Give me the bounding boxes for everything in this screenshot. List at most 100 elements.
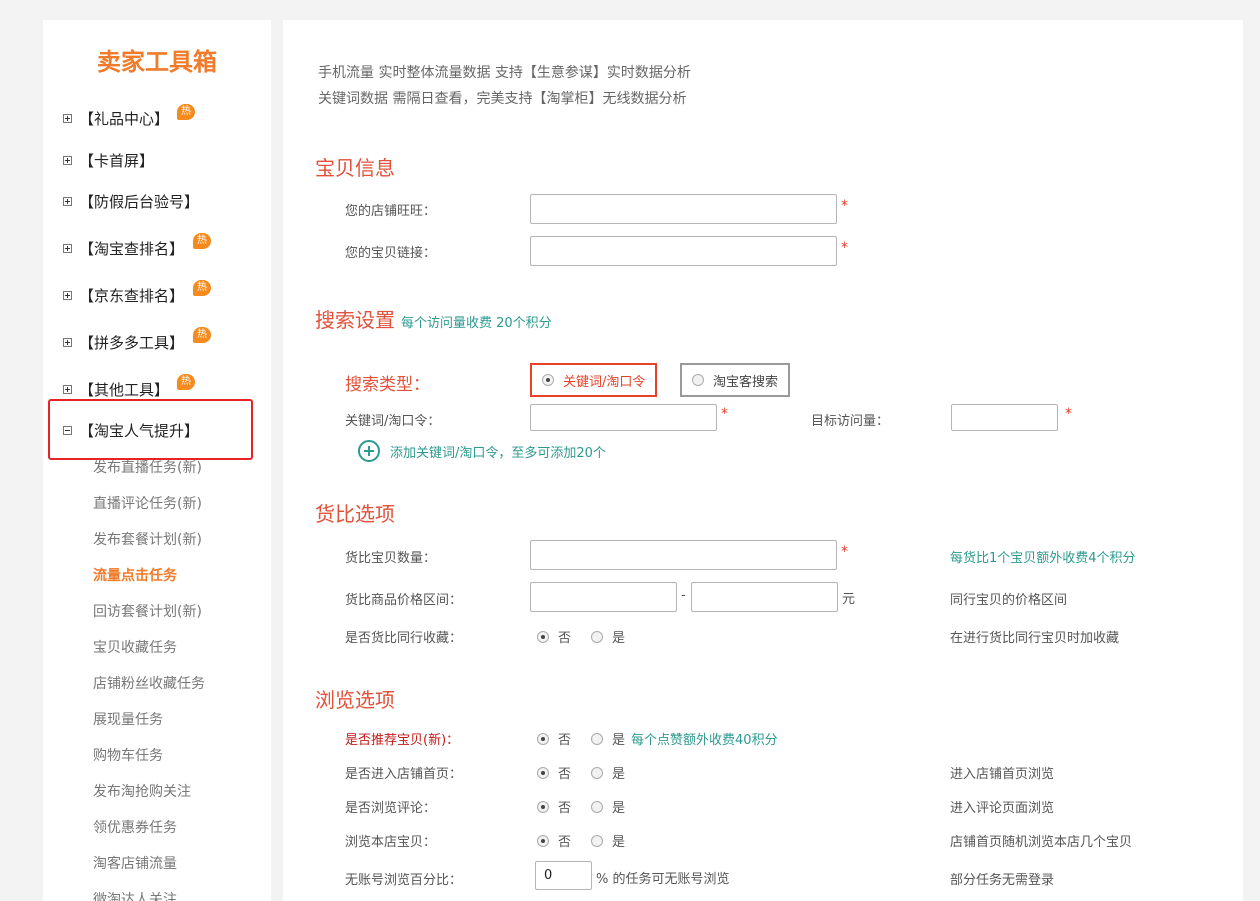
radio-yes-label: 是 xyxy=(612,733,626,748)
keyword-label: 关键词/淘口令： xyxy=(345,414,441,429)
menu-item-taobao-rank[interactable]: 【淘宝查排名】 xyxy=(63,236,184,260)
recommend-fee-note: 每个点赞额外收费40积分 xyxy=(631,733,778,748)
compare-count-input[interactable] xyxy=(530,540,837,570)
price-max-input[interactable] xyxy=(691,582,838,612)
shop-home-radio-group: 否 是 xyxy=(537,763,645,782)
menu-item-label: 【京东查排名】 xyxy=(79,286,185,305)
sub-item-traffic-click[interactable]: 流量点击任务 xyxy=(93,566,177,586)
add-keyword-link[interactable]: 添加关键词/淘口令，至多可添加20个 xyxy=(358,440,606,462)
radio-selected-icon[interactable] xyxy=(537,630,549,643)
radio-unselected-icon[interactable] xyxy=(591,800,604,813)
search-fee-note: 每个访问量收费 20个积分 xyxy=(401,316,552,331)
required-mark: * xyxy=(1065,406,1072,422)
radio-no-label: 否 xyxy=(558,767,572,782)
radio-selected-icon[interactable] xyxy=(537,766,549,779)
search-type-label: 搜索类型： xyxy=(345,375,430,395)
shop-home-hint: 进入店铺首页浏览 xyxy=(950,767,1055,782)
radio-yes-label: 是 xyxy=(612,835,626,850)
shop-home-label: 是否进入店铺首页： xyxy=(345,767,463,782)
no-account-hint: 部分任务无需登录 xyxy=(950,873,1055,888)
sub-item-item-favorite[interactable]: 宝贝收藏任务 xyxy=(93,638,177,658)
sub-item-shop-fans[interactable]: 店铺粉丝收藏任务 xyxy=(93,674,205,694)
search-type-keyword-option[interactable]: 关键词/淘口令 xyxy=(530,363,658,397)
radio-selected-icon[interactable] xyxy=(537,834,549,847)
expand-plus-icon[interactable] xyxy=(63,384,72,394)
radio-unselected-icon[interactable] xyxy=(591,834,604,847)
sidebar-title: 卖家工具箱 xyxy=(97,48,217,76)
sidebar: 卖家工具箱 【礼品中心】 热 【卡首屏】 【防假后台验号】 【淘宝查排名】 热 … xyxy=(43,20,271,901)
shop-wangwang-label: 您的店铺旺旺： xyxy=(345,204,437,219)
menu-item-first-screen[interactable]: 【卡首屏】 xyxy=(63,148,154,172)
price-min-input[interactable] xyxy=(530,582,677,612)
radio-unselected-icon xyxy=(692,374,704,386)
sub-item-revisit-plan[interactable]: 回访套餐计划(新) xyxy=(93,602,202,622)
expand-plus-icon[interactable] xyxy=(63,337,72,347)
radio-no-option[interactable]: 否 xyxy=(537,797,571,816)
radio-yes-label: 是 xyxy=(612,767,626,782)
radio-yes-option[interactable]: 是 xyxy=(591,763,625,782)
no-account-suffix: % 的任务可无账号浏览 xyxy=(596,872,730,887)
compare-fav-radio-group: 否 是 xyxy=(537,627,645,646)
radio-no-label: 否 xyxy=(558,631,572,646)
browse-review-hint: 进入评论页面浏览 xyxy=(950,801,1055,816)
menu-item-label: 【淘宝查排名】 xyxy=(79,239,185,258)
sub-item-flash-sale-follow[interactable]: 发布淘抢购关注 xyxy=(93,782,191,802)
radio-unselected-icon[interactable] xyxy=(591,766,604,779)
sub-item-live-task[interactable]: 发布直播任务(新) xyxy=(93,458,202,478)
radio-yes-option[interactable]: 是 xyxy=(591,627,625,646)
required-mark: * xyxy=(841,240,848,256)
menu-item-other-tools[interactable]: 【其他工具】 xyxy=(63,377,169,401)
no-account-percent-input[interactable]: 0 xyxy=(535,861,592,890)
shop-wangwang-input[interactable] xyxy=(530,194,837,224)
sub-item-taoke-traffic[interactable]: 淘客店铺流量 xyxy=(93,854,177,874)
radio-no-label: 否 xyxy=(558,733,572,748)
target-visits-input[interactable] xyxy=(951,404,1058,431)
menu-item-pdd-tools[interactable]: 【拼多多工具】 xyxy=(63,330,184,354)
radio-no-option[interactable]: 否 xyxy=(537,627,571,646)
radio-no-option[interactable]: 否 xyxy=(537,729,571,748)
search-type-taoke-option[interactable]: 淘宝客搜索 xyxy=(680,363,791,397)
radio-unselected-icon[interactable] xyxy=(591,630,604,643)
radio-no-option[interactable]: 否 xyxy=(537,831,571,850)
compare-price-hint: 同行宝贝的价格区间 xyxy=(950,593,1068,608)
compare-fav-label: 是否货比同行收藏： xyxy=(345,631,463,646)
required-mark: * xyxy=(841,544,848,560)
radio-no-option[interactable]: 否 xyxy=(537,763,571,782)
hot-badge-icon: 热 xyxy=(193,327,211,343)
menu-item-label: 【礼品中心】 xyxy=(79,109,170,128)
required-mark: * xyxy=(721,406,728,422)
expand-plus-icon[interactable] xyxy=(63,243,72,253)
keyword-input[interactable] xyxy=(530,404,717,431)
expand-plus-icon[interactable] xyxy=(63,113,72,123)
radio-selected-icon[interactable] xyxy=(537,800,549,813)
browse-review-radio-group: 否 是 xyxy=(537,797,645,816)
radio-yes-option[interactable]: 是 xyxy=(591,729,625,748)
radio-yes-option[interactable]: 是 xyxy=(591,831,625,850)
option-label: 淘宝客搜索 xyxy=(713,374,779,390)
radio-selected-icon[interactable] xyxy=(537,732,549,745)
add-circle-icon[interactable] xyxy=(358,440,380,462)
sub-item-live-comment[interactable]: 直播评论任务(新) xyxy=(93,494,202,514)
menu-item-gift-center[interactable]: 【礼品中心】 xyxy=(63,106,169,130)
sub-item-cart[interactable]: 购物车任务 xyxy=(93,746,163,766)
expand-plus-icon[interactable] xyxy=(63,155,72,165)
section-title-compare-options: 货比选项 xyxy=(315,502,395,526)
item-link-input[interactable] xyxy=(530,236,837,266)
price-unit: 元 xyxy=(842,592,856,607)
highlight-annotation-box xyxy=(48,399,253,460)
expand-plus-icon[interactable] xyxy=(63,290,72,300)
store-items-hint: 店铺首页随机浏览本店几个宝贝 xyxy=(950,835,1133,850)
compare-count-label: 货比宝贝数量： xyxy=(345,551,437,566)
radio-yes-option[interactable]: 是 xyxy=(591,797,625,816)
section-title-text: 搜索设置 xyxy=(315,308,395,332)
sub-item-weitao-follow[interactable]: 微淘达人关注 xyxy=(93,890,177,901)
sub-item-package-plan[interactable]: 发布套餐计划(新) xyxy=(93,530,202,550)
menu-item-anti-fake[interactable]: 【防假后台验号】 xyxy=(63,189,199,213)
expand-plus-icon[interactable] xyxy=(63,196,72,206)
radio-unselected-icon[interactable] xyxy=(591,732,604,745)
target-visits-label: 目标访问量： xyxy=(811,414,890,429)
sub-item-coupon[interactable]: 领优惠券任务 xyxy=(93,818,177,838)
menu-item-jd-rank[interactable]: 【京东查排名】 xyxy=(63,283,184,307)
store-items-label: 浏览本店宝贝： xyxy=(345,835,437,850)
sub-item-impression[interactable]: 展现量任务 xyxy=(93,710,163,730)
